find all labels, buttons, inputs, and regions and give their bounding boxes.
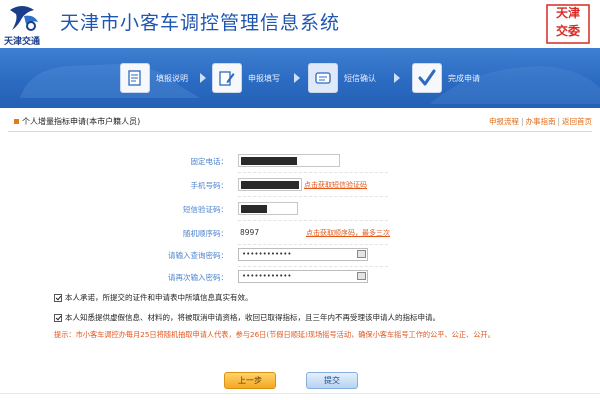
aware-text: 本人知悉提供虚假信息、材料的，将被取消申请资格，收回已取得指标，且三年内不再受理…: [65, 313, 440, 322]
password-input[interactable]: ••••••••••••: [238, 248, 368, 261]
separator: |: [520, 117, 524, 126]
row-random-code: 随机顺序码： 8997 点击获取顺序码，最多三次: [8, 226, 592, 240]
aware-checkbox-row[interactable]: 本人知悉提供虚假信息、材料的，将被取消申请资格，收回已取得指标，且三年内不再受理…: [54, 312, 440, 323]
site-title: 天津市小客车调控管理信息系统: [60, 12, 341, 34]
aware-checkbox[interactable]: [54, 313, 62, 322]
row-sms-code: 短信验证码：: [8, 202, 592, 216]
link-home[interactable]: 返回首页: [562, 117, 592, 126]
keyboard-icon[interactable]: [357, 250, 366, 258]
mobile-field[interactable]: [238, 178, 302, 191]
get-sms-code-link[interactable]: 点击获取短信验证码: [304, 180, 367, 190]
previous-step-button[interactable]: 上一步: [224, 372, 276, 389]
step-sms-confirm: 短信确认: [308, 62, 376, 94]
random-code-value: 8997: [240, 228, 260, 237]
tianjin-transport-logo[interactable]: 天津交通: [4, 4, 56, 47]
sms-code-field[interactable]: [238, 202, 298, 215]
promise-checkbox[interactable]: [54, 293, 62, 302]
redacted-value: [241, 157, 297, 165]
tianjin-seal: 天津 交委: [546, 4, 590, 44]
header: 天津交通 天津市小客车调控管理信息系统 天津 交委: [0, 0, 600, 48]
get-random-code-link[interactable]: 点击获取顺序码，最多三次: [306, 228, 390, 238]
promise-checkbox-row[interactable]: 本人承诺，所提交的证件和申请表中所填信息真实有效。: [54, 292, 253, 303]
step-label: 填报说明: [156, 73, 188, 83]
seal-text: 天津 交委: [555, 6, 580, 38]
password-label: 请输入查询密码：: [168, 251, 228, 260]
message-icon: [308, 63, 338, 93]
application-panel: 个人增量指标申请(本市户籍人员) 申报流程 | 办事指南 | 返回首页 固定电话： 手机…: [8, 108, 592, 400]
document-icon: [120, 63, 150, 93]
footer-divider: [0, 393, 600, 394]
step-label: 短信确认: [344, 73, 376, 83]
row-password-confirm: 请再次输入密码： ••••••••••••: [8, 270, 592, 284]
step-label: 完成申请: [448, 73, 480, 83]
chevron-right-icon: [294, 73, 300, 83]
divider: [238, 220, 388, 221]
password-confirm-input[interactable]: ••••••••••••: [238, 270, 368, 283]
password-confirm-label: 请再次输入密码：: [168, 273, 228, 282]
link-process[interactable]: 申报流程: [489, 117, 519, 126]
row-password: 请输入查询密码： ••••••••••••: [8, 248, 592, 262]
step-fill-instructions: 填报说明: [120, 62, 188, 94]
checkmark-icon: [412, 63, 442, 93]
step-fill-form: 申报填写: [212, 62, 280, 94]
submit-button[interactable]: 提交: [306, 372, 358, 389]
redacted-value: [241, 181, 299, 189]
keyboard-icon[interactable]: [357, 272, 366, 280]
divider: [238, 266, 388, 267]
chevron-right-icon: [200, 73, 206, 83]
steps-banner: 填报说明 申报填写 短信确认 完成申请: [0, 48, 600, 108]
row-mobile: 手机号码： 点击获取短信验证码: [8, 178, 592, 192]
separator: |: [557, 117, 560, 126]
logo-text: 天津交通: [4, 37, 41, 47]
chevron-right-icon: [394, 73, 400, 83]
sms-code-label: 短信验证码：: [183, 205, 228, 214]
divider: [238, 244, 388, 245]
redacted-value: [241, 205, 267, 213]
logo-mark-icon: [10, 6, 38, 31]
divider: [238, 196, 388, 197]
step-label: 申报填写: [248, 73, 280, 83]
mobile-label: 手机号码：: [190, 181, 229, 190]
bullet-icon: [14, 119, 19, 124]
random-code-label: 随机顺序码：: [183, 229, 228, 238]
row-landline: 固定电话：: [8, 154, 592, 168]
panel-title: 个人增量指标申请(本市户籍人员): [22, 117, 141, 126]
divider: [238, 172, 388, 173]
promise-text: 本人承诺，所提交的证件和申请表中所填信息真实有效。: [65, 293, 253, 302]
panel-header: 个人增量指标申请(本市户籍人员) 申报流程 | 办事指南 | 返回首页: [8, 110, 592, 132]
panel-links: 申报流程 | 办事指南 | 返回首页: [489, 116, 592, 127]
notice-text: 提示：市小客车调控办每月25日将随机抽取申请人代表，参与26日(节假日顺延)现场…: [54, 330, 495, 339]
step-complete: 完成申请: [412, 62, 480, 94]
link-guide[interactable]: 办事指南: [525, 117, 555, 126]
landline-field[interactable]: [238, 154, 340, 167]
banner-car-silhouette-icon: [20, 64, 600, 104]
landline-label: 固定电话：: [190, 157, 229, 166]
edit-form-icon: [212, 63, 242, 93]
